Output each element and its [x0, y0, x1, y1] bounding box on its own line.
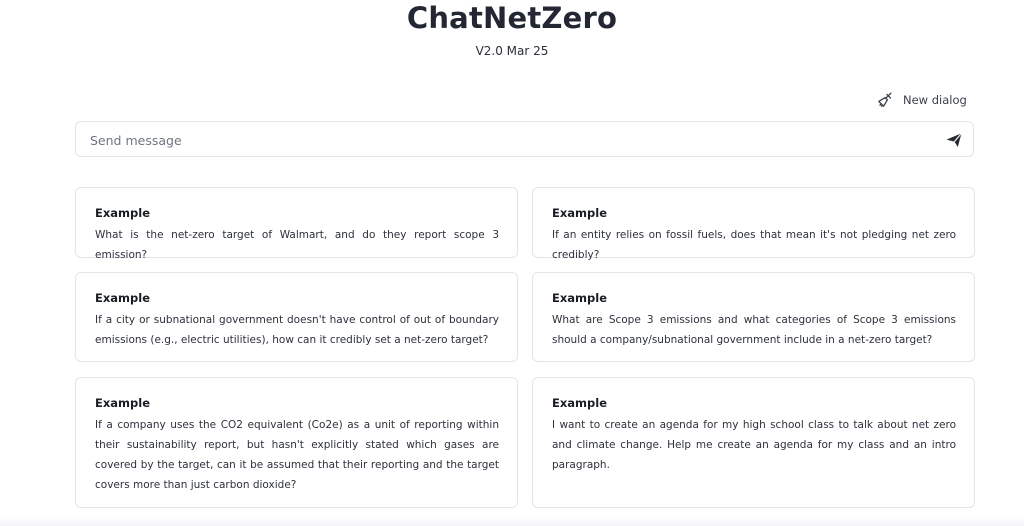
example-card-text: What is the net-zero target of Walmart, … — [95, 229, 499, 261]
example-card-text: What are Scope 3 emissions and what cate… — [552, 314, 956, 346]
app-title: ChatNetZero — [406, 1, 618, 35]
version-label: V2.0 Mar 25 — [475, 44, 549, 58]
bottom-fade — [0, 516, 1024, 526]
example-card[interactable]: Example What are Scope 3 emissions and w… — [532, 272, 975, 362]
app-root: ChatNetZero V2.0 Mar 25 New dialog Examp… — [0, 0, 1024, 526]
message-composer — [75, 121, 974, 158]
broom-icon — [876, 91, 894, 109]
example-card[interactable]: Example If an entity relies on fossil fu… — [532, 187, 975, 261]
example-card-label: Example — [552, 396, 607, 410]
example-card-label: Example — [95, 291, 150, 305]
new-dialog-button[interactable]: New dialog — [876, 90, 967, 110]
new-dialog-label: New dialog — [903, 93, 967, 107]
example-card[interactable]: Example I want to create an agenda for m… — [532, 377, 975, 508]
message-input[interactable] — [88, 122, 932, 158]
example-card-text: If a company uses the CO2 equivalent (Co… — [95, 419, 499, 491]
example-card-text: If an entity relies on fossil fuels, doe… — [552, 229, 956, 261]
example-card-label: Example — [552, 206, 607, 220]
example-card-text: If a city or subnational government does… — [95, 314, 499, 346]
example-card-text: I want to create an agenda for my high s… — [552, 419, 956, 471]
example-card[interactable]: Example If a city or subnational governm… — [75, 272, 518, 362]
send-icon — [946, 132, 962, 147]
example-card-label: Example — [552, 291, 607, 305]
send-button[interactable] — [945, 131, 963, 149]
example-card[interactable]: Example What is the net-zero target of W… — [75, 187, 518, 261]
example-card-label: Example — [95, 206, 150, 220]
example-card-label: Example — [95, 396, 150, 410]
example-card[interactable]: Example If a company uses the CO2 equiva… — [75, 377, 518, 508]
